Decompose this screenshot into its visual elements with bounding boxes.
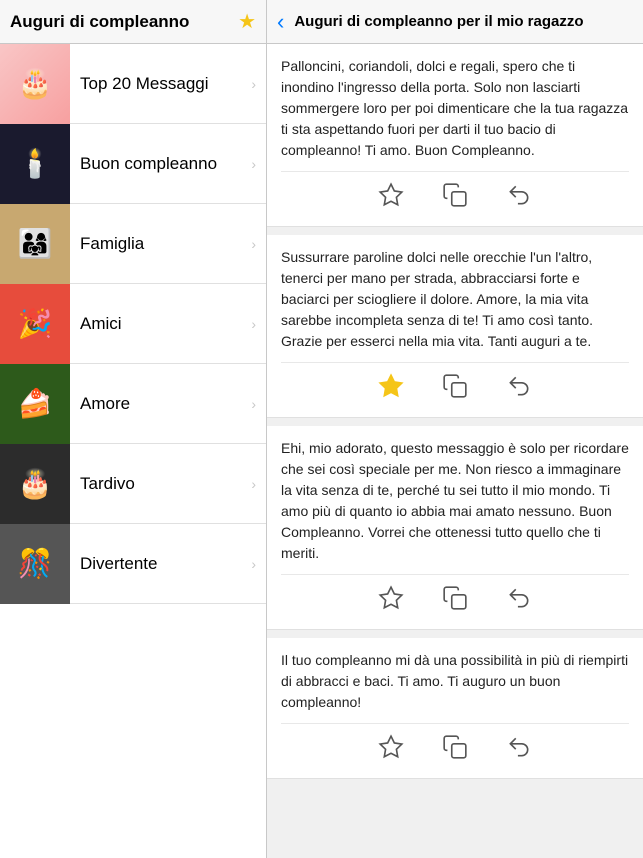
sidebar-thumb-amore: 🍰 <box>0 364 70 444</box>
sidebar-label-tardivo: Tardivo <box>70 474 251 494</box>
sidebar-thumb-amici: 🎉 <box>0 284 70 364</box>
content-panel: Palloncini, coriandoli, dolci e regali, … <box>267 44 643 858</box>
message-text-3: Ehi, mio adorato, questo messaggio è sol… <box>281 438 629 564</box>
chevron-icon-top20: › <box>251 76 256 92</box>
copy-button-2[interactable] <box>438 369 472 403</box>
sidebar-label-amore: Amore <box>70 394 251 414</box>
star-button-2[interactable] <box>374 369 408 403</box>
chevron-icon-buon: › <box>251 156 256 172</box>
sidebar-item-amici[interactable]: 🎉 Amici› <box>0 284 266 364</box>
chevron-icon-famiglia: › <box>251 236 256 252</box>
chevron-icon-tardivo: › <box>251 476 256 492</box>
chevron-icon-amore: › <box>251 396 256 412</box>
thumbnail-icon-top20: 🎂 <box>18 67 53 100</box>
copy-button-1[interactable] <box>438 178 472 212</box>
share-button-1[interactable] <box>502 178 536 212</box>
back-button[interactable]: ‹ <box>277 9 284 35</box>
copy-button-3[interactable] <box>438 581 472 615</box>
sidebar-thumb-tardivo: 🎂 <box>0 444 70 524</box>
sidebar-item-divertente[interactable]: 🎊 Divertente› <box>0 524 266 604</box>
sidebar-thumb-buon: 🕯️ <box>0 124 70 204</box>
thumbnail-icon-amore: 🍰 <box>18 387 53 420</box>
sidebar-thumb-famiglia: 👨‍👩‍👧 <box>0 204 70 284</box>
sidebar-label-top20: Top 20 Messaggi <box>70 74 251 94</box>
thumbnail-icon-divertente: 🎊 <box>18 547 53 580</box>
thumbnail-icon-buon: 🕯️ <box>18 147 53 180</box>
sidebar-item-amore[interactable]: 🍰 Amore› <box>0 364 266 444</box>
chevron-icon-divertente: › <box>251 556 256 572</box>
thumbnail-icon-famiglia: 👨‍👩‍👧 <box>18 227 53 260</box>
sidebar-label-buon: Buon compleanno <box>70 154 251 174</box>
sidebar-title: Auguri di compleanno <box>10 12 232 32</box>
sidebar-label-famiglia: Famiglia <box>70 234 251 254</box>
message-text-2: Sussurrare paroline dolci nelle orecchie… <box>281 247 629 352</box>
message-actions-2 <box>281 362 629 409</box>
share-button-4[interactable] <box>502 730 536 764</box>
star-button-1[interactable] <box>374 178 408 212</box>
message-text-1: Palloncini, coriandoli, dolci e regali, … <box>281 56 629 161</box>
sidebar-thumb-divertente: 🎊 <box>0 524 70 604</box>
message-actions-4 <box>281 723 629 770</box>
copy-button-4[interactable] <box>438 730 472 764</box>
sidebar-item-famiglia[interactable]: 👨‍👩‍👧 Famiglia› <box>0 204 266 284</box>
message-actions-1 <box>281 171 629 218</box>
sidebar-thumb-top20: 🎂 <box>0 44 70 124</box>
sidebar-label-amici: Amici <box>70 314 251 334</box>
star-button-3[interactable] <box>374 581 408 615</box>
share-button-3[interactable] <box>502 581 536 615</box>
app-header: Auguri di compleanno ★ ‹ Auguri di compl… <box>0 0 643 44</box>
sidebar-item-tardivo[interactable]: 🎂 Tardivo› <box>0 444 266 524</box>
thumbnail-icon-amici: 🎉 <box>18 307 53 340</box>
message-text-4: Il tuo compleanno mi dà una possibilità … <box>281 650 629 713</box>
header-star-icon: ★ <box>238 9 256 34</box>
page-title: Auguri di compleanno per il mio ragazzo <box>294 13 583 30</box>
sidebar-item-buon[interactable]: 🕯️ Buon compleanno› <box>0 124 266 204</box>
thumbnail-icon-tardivo: 🎂 <box>18 467 53 500</box>
star-button-4[interactable] <box>374 730 408 764</box>
main-layout: 🎂Top 20 Messaggi›🕯️Buon compleanno›👨‍👩‍👧… <box>0 44 643 858</box>
message-actions-3 <box>281 574 629 621</box>
message-card-1: Palloncini, coriandoli, dolci e regali, … <box>267 44 643 227</box>
sidebar-item-top20[interactable]: 🎂 Top 20 Messaggi› <box>0 44 266 124</box>
header-right: ‹ Auguri di compleanno per il mio ragazz… <box>267 0 643 43</box>
sidebar-label-divertente: Divertente <box>70 554 251 574</box>
header-left: Auguri di compleanno ★ <box>0 0 267 43</box>
share-button-2[interactable] <box>502 369 536 403</box>
sidebar: 🎂Top 20 Messaggi›🕯️Buon compleanno›👨‍👩‍👧… <box>0 44 267 858</box>
chevron-icon-amici: › <box>251 316 256 332</box>
message-card-3: Ehi, mio adorato, questo messaggio è sol… <box>267 426 643 630</box>
message-card-2: Sussurrare paroline dolci nelle orecchie… <box>267 235 643 418</box>
message-card-4: Il tuo compleanno mi dà una possibilità … <box>267 638 643 779</box>
